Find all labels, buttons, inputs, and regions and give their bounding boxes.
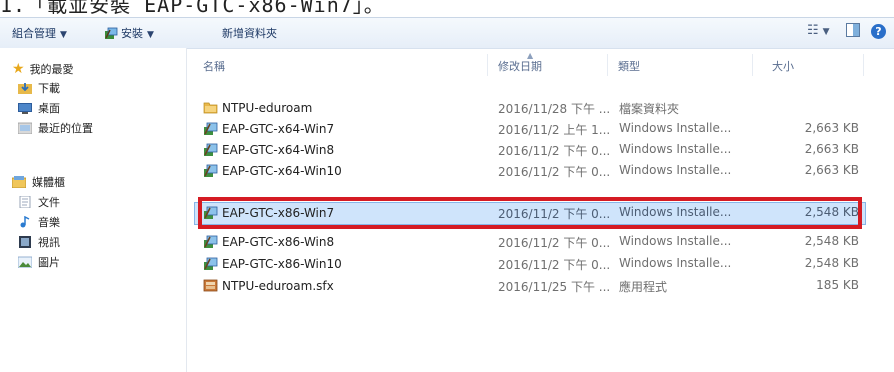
file-date: 2016/11/2 下午 0...	[498, 236, 611, 250]
file-type: 應用程式	[619, 280, 668, 294]
file-size: 2,663 KB	[804, 121, 859, 135]
preview-pane-icon	[846, 23, 860, 37]
installer-icon	[204, 257, 218, 270]
file-size: 2,663 KB	[804, 163, 859, 177]
file-name: EAP-GTC-x64-Win8	[222, 143, 335, 157]
nav-music[interactable]: 音樂	[18, 214, 60, 232]
videos-icon	[19, 236, 31, 248]
navigation-pane: ★ 我的最愛 下載 桌面 最近的位置 媒體櫃 文件 音樂 視訊 圖片	[0, 48, 187, 372]
file-name: EAP-GTC-x86-Win8	[222, 235, 335, 249]
desktop-icon	[18, 103, 32, 114]
install-button[interactable]: 安裝 ▼	[104, 25, 154, 41]
file-row[interactable]: EAP-GTC-x64-Win7 2016/11/2 上午 1... Windo…	[195, 119, 865, 140]
nav-libraries[interactable]: 媒體櫃	[12, 174, 65, 192]
nav-pictures[interactable]: 圖片	[18, 254, 60, 272]
file-row[interactable]: EAP-GTC-x86-Win10 2016/11/2 下午 0... Wind…	[195, 254, 865, 275]
installer-icon	[204, 143, 218, 156]
pictures-icon	[18, 256, 32, 268]
column-divider[interactable]	[607, 54, 608, 76]
file-size: 2,663 KB	[804, 142, 859, 156]
column-date-header[interactable]: 修改日期	[498, 58, 542, 74]
nav-pictures-label: 圖片	[38, 256, 60, 269]
file-row[interactable]: NTPU-eduroam.sfx 2016/11/25 下午 ... 應用程式 …	[195, 276, 865, 297]
file-date: 2016/11/2 上午 1...	[498, 123, 611, 137]
file-type: Windows Installe...	[619, 142, 732, 156]
column-size-header[interactable]: 大小	[772, 58, 794, 74]
nav-documents[interactable]: 文件	[18, 194, 60, 212]
file-row[interactable]: EAP-GTC-x86-Win8 2016/11/2 下午 0... Windo…	[195, 232, 865, 253]
file-name: EAP-GTC-x64-Win7	[222, 122, 335, 136]
installer-icon	[204, 164, 218, 177]
organize-label: 組合管理	[12, 27, 56, 40]
file-date: 2016/11/2 下午 0...	[498, 144, 611, 158]
star-icon: ★	[12, 61, 25, 77]
recent-places-icon	[18, 122, 32, 134]
file-size: 185 KB	[816, 278, 859, 292]
new-folder-button[interactable]: 新增資料夾	[222, 25, 277, 41]
nav-music-label: 音樂	[38, 216, 60, 229]
file-date: 2016/11/2 下午 0...	[498, 258, 611, 272]
file-date: 2016/11/25 下午 ...	[498, 280, 611, 294]
file-type: Windows Installe...	[619, 234, 732, 248]
file-name: EAP-GTC-x86-Win10	[222, 257, 342, 271]
file-name: NTPU-eduroam.sfx	[222, 279, 334, 293]
column-header-row: 名稱 ▲ 修改日期 類型 大小	[187, 48, 894, 78]
view-list-icon: ☷	[807, 23, 819, 38]
nav-videos[interactable]: 視訊	[18, 234, 60, 252]
sfx-app-icon	[203, 279, 218, 292]
preview-pane-button[interactable]	[846, 23, 860, 41]
file-type: Windows Installe...	[619, 256, 732, 270]
instruction-caption: 1.「載並安裝 EAP-GTC-x86-Win7」。	[0, 0, 385, 17]
folder-icon	[203, 102, 218, 114]
nav-favorites-label: 我的最愛	[29, 63, 74, 76]
highlight-annotation	[198, 197, 862, 229]
file-name: EAP-GTC-x64-Win10	[222, 164, 342, 178]
nav-recent-places[interactable]: 最近的位置	[18, 120, 93, 138]
chevron-down-icon: ▼	[147, 30, 154, 40]
column-type-header[interactable]: 類型	[618, 58, 640, 74]
help-button[interactable]: ?	[871, 24, 886, 39]
installer-icon	[105, 27, 118, 39]
nav-downloads-label: 下載	[38, 82, 60, 95]
file-row[interactable]: NTPU-eduroam 2016/11/28 下午 ... 檔案資料夾	[195, 98, 865, 119]
installer-icon	[204, 122, 218, 135]
nav-desktop[interactable]: 桌面	[18, 100, 60, 118]
music-icon	[20, 216, 30, 228]
nav-videos-label: 視訊	[38, 236, 60, 249]
file-date: 2016/11/2 下午 0...	[498, 165, 611, 179]
file-date: 2016/11/28 下午 ...	[498, 102, 611, 116]
file-row[interactable]: EAP-GTC-x64-Win10 2016/11/2 下午 0... Wind…	[195, 161, 865, 182]
install-label: 安裝	[121, 27, 143, 40]
column-divider[interactable]	[487, 54, 488, 76]
installer-icon	[204, 235, 218, 248]
libraries-icon	[12, 176, 26, 188]
nav-desktop-label: 桌面	[38, 102, 60, 115]
file-size: 2,548 KB	[804, 256, 859, 270]
organize-menu-button[interactable]: 組合管理 ▼	[12, 25, 67, 41]
file-size: 2,548 KB	[804, 234, 859, 248]
nav-libraries-label: 媒體櫃	[32, 176, 65, 189]
nav-favorites[interactable]: ★ 我的最愛	[12, 60, 74, 78]
chevron-down-icon: ▼	[60, 30, 67, 40]
documents-icon	[19, 196, 31, 208]
file-type: Windows Installe...	[619, 121, 732, 135]
command-toolbar: 組合管理 ▼ 安裝 ▼ 新增資料夾 ☷ ▼ ?	[0, 17, 894, 49]
nav-downloads[interactable]: 下載	[18, 80, 60, 98]
file-type: 檔案資料夾	[619, 102, 680, 116]
nav-recent-places-label: 最近的位置	[38, 122, 93, 135]
file-row[interactable]: EAP-GTC-x64-Win8 2016/11/2 下午 0... Windo…	[195, 140, 865, 161]
column-divider[interactable]	[863, 54, 864, 76]
file-type: Windows Installe...	[619, 163, 732, 177]
view-options-button[interactable]: ☷ ▼	[807, 23, 830, 38]
column-divider[interactable]	[752, 54, 753, 76]
column-name-header[interactable]: 名稱	[203, 58, 225, 74]
chevron-down-icon: ▼	[822, 27, 830, 37]
nav-documents-label: 文件	[38, 196, 60, 209]
file-name: NTPU-eduroam	[222, 101, 313, 115]
downloads-icon	[18, 83, 32, 94]
